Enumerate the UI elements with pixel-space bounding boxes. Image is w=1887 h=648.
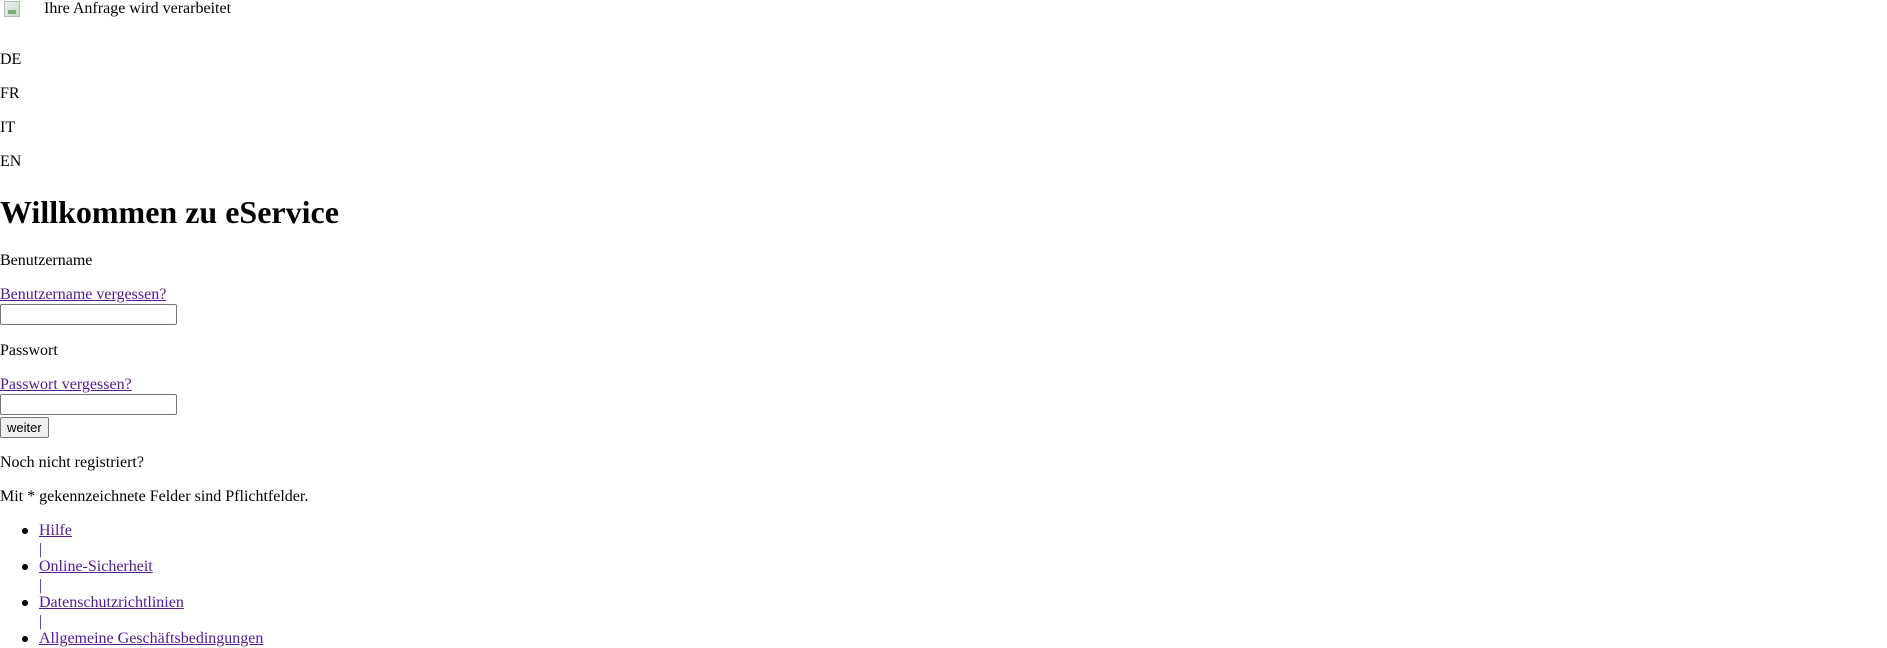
- username-input[interactable]: [0, 304, 177, 325]
- register-prompt: Noch nicht registriert?: [0, 454, 144, 471]
- footer-separator: |: [39, 613, 43, 630]
- page-title: Willkommen zu eService: [0, 194, 339, 230]
- broken-image-icon: [4, 1, 20, 17]
- list-bullet: [22, 564, 28, 570]
- footer-link-privacy-policy[interactable]: Datenschutzrichtlinien: [39, 594, 184, 612]
- footer-link-online-security[interactable]: Online-Sicherheit: [39, 558, 153, 576]
- language-de[interactable]: DE: [0, 51, 21, 69]
- username-label: Benutzername: [0, 252, 93, 269]
- password-label: Passwort: [0, 342, 58, 359]
- required-fields-note: Mit * gekennzeichnete Felder sind Pflich…: [0, 488, 309, 505]
- language-it[interactable]: IT: [0, 119, 15, 137]
- footer-link-help[interactable]: Hilfe: [39, 522, 72, 540]
- password-input[interactable]: [0, 394, 177, 415]
- language-fr[interactable]: FR: [0, 85, 20, 103]
- list-bullet: [22, 636, 28, 642]
- footer-separator: |: [39, 541, 43, 558]
- list-bullet: [22, 600, 28, 606]
- footer-link-terms[interactable]: Allgemeine Geschäftsbedingungen: [39, 630, 263, 648]
- loading-text: Ihre Anfrage wird verarbeitet: [44, 0, 232, 17]
- footer-links: Hilfe | Online-Sicherheit | Datenschutzr…: [0, 0, 1887, 647]
- forgot-password-link[interactable]: Passwort vergessen?: [0, 376, 132, 394]
- forgot-username-link[interactable]: Benutzername vergessen?: [0, 286, 166, 304]
- continue-button[interactable]: weiter: [0, 417, 49, 438]
- list-bullet: [22, 528, 28, 534]
- footer-separator: |: [39, 577, 43, 594]
- loading-indicator: Ihre Anfrage wird verarbeitet: [4, 0, 231, 18]
- language-en[interactable]: EN: [0, 153, 21, 171]
